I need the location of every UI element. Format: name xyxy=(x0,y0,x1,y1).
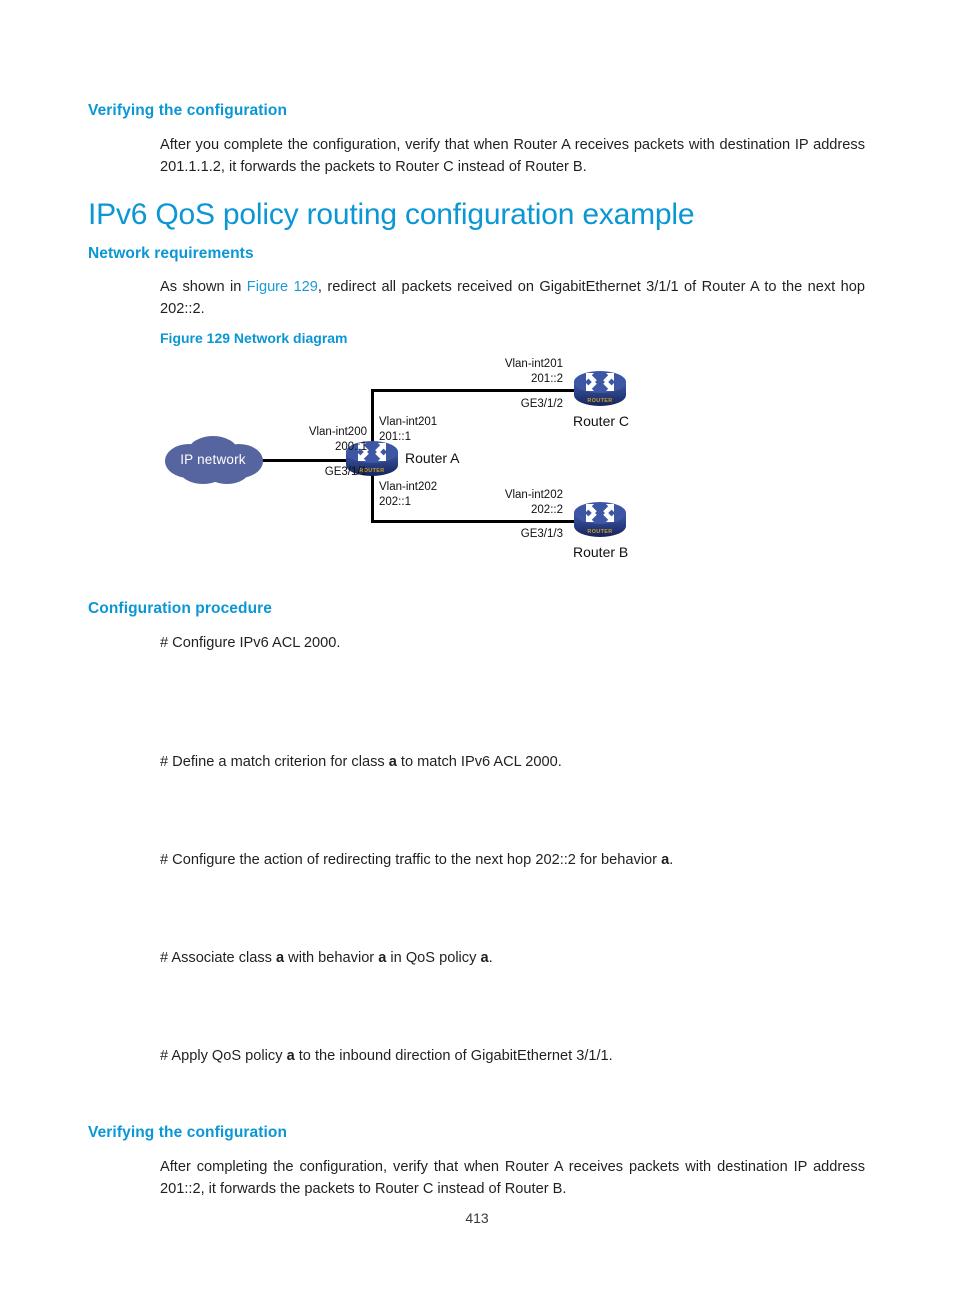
page-title: IPv6 QoS policy routing configuration ex… xyxy=(88,198,695,231)
config-step-4-text-g: . xyxy=(488,950,493,966)
config-step-3: # Configure the action of redirecting tr… xyxy=(160,849,865,871)
heading-verifying-the-configuration-bottom: Verifying the configuration xyxy=(88,1124,288,1141)
page-number: 413 xyxy=(465,1210,489,1226)
router-b-interface-label: Vlan-int202 202::2 xyxy=(441,488,563,517)
config-step-2-text-c: to match IPv6 ACL 2000. xyxy=(396,754,562,770)
router-b-iface: Vlan-int202 xyxy=(504,489,563,501)
network-diagram: IP network ROUTER ROUTER ROUTER Vlan-int… xyxy=(155,355,675,575)
text-before-figure-link: As shown in xyxy=(160,279,247,295)
router-a-top-addr: 201::1 xyxy=(379,430,411,443)
document-page: Verifying the configuration After you co… xyxy=(0,0,954,1296)
svg-text:ROUTER: ROUTER xyxy=(587,398,612,404)
ip-network-label: IP network xyxy=(180,451,246,467)
config-step-5: # Apply QoS policy a to the inbound dire… xyxy=(160,1045,865,1067)
heading-verifying-the-configuration-top: Verifying the configuration xyxy=(88,102,288,119)
router-c-addr: 201::2 xyxy=(531,372,563,385)
router-b-name: Router B xyxy=(573,544,629,560)
ip-network-cloud: IP network xyxy=(159,431,267,487)
config-step-5-policy-name: a xyxy=(286,1048,295,1064)
link-router-a-to-router-c xyxy=(371,389,582,392)
heading-configuration-procedure: Configuration procedure xyxy=(88,600,272,617)
router-a-left-iface: Vlan-int200 xyxy=(308,426,367,438)
router-a-top-iface: Vlan-int201 xyxy=(379,416,438,428)
config-step-1: # Configure IPv6 ACL 2000. xyxy=(160,635,341,651)
router-c-iface: Vlan-int201 xyxy=(504,358,563,370)
figure-caption: Figure 129 Network diagram xyxy=(160,330,348,346)
svg-text:ROUTER: ROUTER xyxy=(587,529,612,535)
paragraph-network-requirements: As shown in Figure 129, redirect all pac… xyxy=(160,276,865,320)
router-a-left-addr: 200::1 xyxy=(335,440,367,453)
config-step-4-text-e: in QoS policy xyxy=(386,950,481,966)
router-a-left-port-label: GE3/1/1 xyxy=(324,466,367,478)
config-step-2: # Define a match criterion for class a t… xyxy=(160,751,865,773)
config-step-4: # Associate class a with behavior a in Q… xyxy=(160,947,865,969)
router-a-left-interface-label: Vlan-int200 200::1 xyxy=(263,425,367,454)
config-step-2-class-name: a xyxy=(388,754,397,770)
router-c-name: Router C xyxy=(573,413,630,429)
heading-network-requirements: Network requirements xyxy=(88,245,254,262)
config-step-4-policy-name: a xyxy=(480,950,489,966)
config-step-4-text-c: with behavior xyxy=(284,950,379,966)
paragraph-verify-bottom: After completing the configuration, veri… xyxy=(160,1159,865,1197)
config-step-3-behavior-name: a xyxy=(661,852,670,868)
config-step-4-class-name: a xyxy=(276,950,285,966)
config-step-5-text-c: to the inbound direction of GigabitEther… xyxy=(294,1048,613,1064)
router-a-bottom-iface: Vlan-int202 xyxy=(379,481,438,493)
link-router-a-to-router-b xyxy=(371,520,582,523)
config-step-3-text-c: . xyxy=(669,852,674,868)
router-a-bottom-addr: 202::1 xyxy=(379,495,411,508)
paragraph-verify-top: After you complete the configuration, ve… xyxy=(160,137,865,175)
router-a-name: Router A xyxy=(405,450,460,466)
config-step-4-text-a: # Associate class xyxy=(160,950,276,966)
config-step-3-text-a: # Configure the action of redirecting tr… xyxy=(160,852,662,868)
router-b-addr: 202::2 xyxy=(531,503,563,516)
router-b-port-label: GE3/1/3 xyxy=(520,528,563,540)
router-a-top-interface-label: Vlan-int201 201::1 xyxy=(379,415,437,444)
figure-129-link[interactable]: Figure 129 xyxy=(247,279,318,295)
router-c-interface-label: Vlan-int201 201::2 xyxy=(441,357,563,386)
config-step-5-text-a: # Apply QoS policy xyxy=(160,1048,287,1064)
router-c-port-label: GE3/1/2 xyxy=(520,398,563,410)
router-c-icon: ROUTER xyxy=(573,369,627,409)
router-a-bottom-interface-label: Vlan-int202 202::1 xyxy=(379,480,437,509)
config-step-2-text-a: # Define a match criterion for class xyxy=(160,754,389,770)
router-b-icon: ROUTER xyxy=(573,500,627,540)
